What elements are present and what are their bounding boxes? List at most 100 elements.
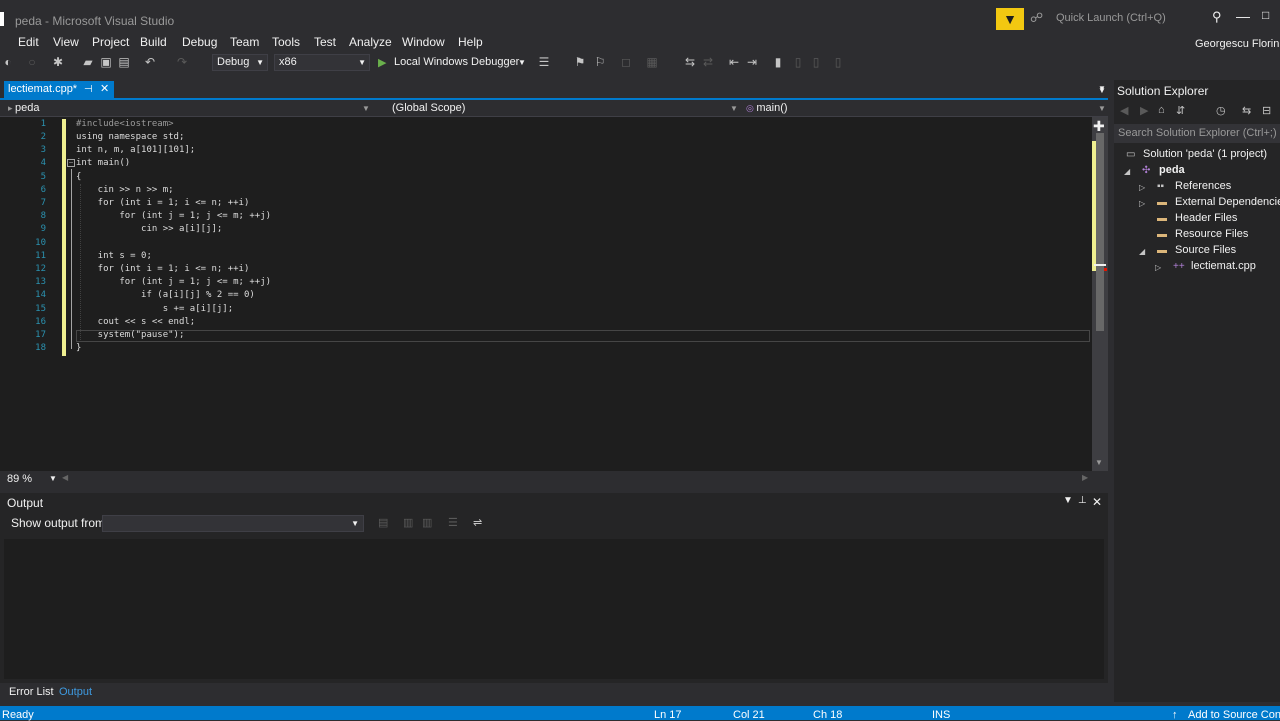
open-file-icon[interactable]: ▰	[80, 53, 96, 71]
close-icon[interactable]: ✕	[100, 81, 109, 98]
code-line[interactable]: for (int j = 1; j <= m; ++j)	[76, 277, 271, 287]
next-bookmark-icon[interactable]: ▯	[808, 53, 824, 71]
collapse-all-icon[interactable]: ⊟	[1262, 104, 1271, 117]
code-line[interactable]: s += a[i][j];	[76, 304, 233, 314]
tree-item-references[interactable]: References	[1175, 180, 1231, 192]
quick-launch-input[interactable]: Quick Launch (Ctrl+Q)	[1052, 8, 1228, 28]
solution-configuration-select[interactable]: Debug ▼	[212, 54, 268, 71]
breakpoint-icon[interactable]: ◻	[618, 53, 634, 71]
forward-icon[interactable]: ○	[24, 53, 40, 71]
code-line[interactable]: for (int i = 1; i <= n; ++i)	[76, 198, 250, 208]
code-line[interactable]: int s = 0;	[76, 251, 152, 261]
find-message-icon[interactable]: ▤	[378, 516, 388, 529]
scroll-left-icon[interactable]: ◀	[62, 473, 68, 482]
pin-icon[interactable]: ⊥	[1078, 495, 1087, 506]
code-line[interactable]: for (int i = 1; i <= n; ++i)	[76, 264, 250, 274]
browse-icon[interactable]: ☰	[536, 53, 552, 71]
code-line[interactable]: for (int j = 1; j <= m; ++j)	[76, 211, 271, 221]
scrollbar-thumb[interactable]	[1096, 133, 1104, 331]
menu-edit[interactable]: Edit	[18, 35, 39, 49]
tree-item-header-files[interactable]: Header Files	[1175, 212, 1237, 224]
code-line[interactable]: cin >> n >> m;	[76, 185, 174, 195]
chevron-down-icon[interactable]: ▼	[1098, 100, 1106, 117]
panel-menu-icon[interactable]: ▼	[1098, 86, 1106, 95]
save-icon[interactable]: ▣	[98, 53, 114, 71]
step-icon[interactable]: ⚑	[572, 53, 588, 71]
minimize-button[interactable]: —	[1236, 8, 1250, 28]
zoom-level[interactable]: 89 %	[7, 473, 32, 485]
menu-project[interactable]: Project	[92, 35, 129, 49]
chevron-down-icon[interactable]: ▼	[730, 100, 738, 117]
clear-all-icon[interactable]: ☰	[448, 516, 458, 529]
chevron-down-icon[interactable]: ▼	[518, 58, 526, 67]
panel-menu-icon[interactable]: ▼	[1063, 495, 1073, 506]
code-line[interactable]: using namespace std;	[76, 132, 184, 142]
output-source-select[interactable]: ▼	[102, 515, 364, 532]
code-line[interactable]: int main()	[76, 158, 130, 168]
menu-tools[interactable]: Tools	[272, 35, 300, 49]
expanded-arrow-icon[interactable]: ◢	[1139, 247, 1145, 256]
menu-team[interactable]: Team	[230, 35, 259, 49]
maximize-button[interactable]: □	[1262, 8, 1276, 28]
menu-help[interactable]: Help	[458, 35, 483, 49]
solution-explorer-search[interactable]: Search Solution Explorer (Ctrl+;)	[1114, 124, 1280, 143]
save-all-icon[interactable]: ▤	[116, 53, 132, 71]
code-line[interactable]: #include<iostream>	[76, 119, 174, 129]
expanded-arrow-icon[interactable]: ◢	[1124, 167, 1130, 176]
tree-item-resource-files[interactable]: Resource Files	[1175, 228, 1248, 240]
close-icon[interactable]: ✕	[1092, 495, 1102, 509]
notification-filter-icon[interactable]: ▼	[996, 8, 1024, 30]
tab-error-list[interactable]: Error List	[9, 686, 54, 698]
code-line[interactable]: int n, m, a[101][101];	[76, 145, 195, 155]
previous-message-icon[interactable]: ▥	[403, 516, 413, 529]
feedback-icon[interactable]: ☍	[1030, 8, 1048, 28]
member-dropdown[interactable]: ◎ main()	[746, 100, 788, 117]
collapse-icon[interactable]: −	[67, 159, 75, 167]
next-message-icon[interactable]: ▥	[422, 516, 432, 529]
back-icon[interactable]: ◐	[0, 53, 16, 71]
account-name[interactable]: Georgescu Florin	[1195, 38, 1279, 50]
tab-output[interactable]: Output	[59, 686, 92, 698]
collapsed-arrow-icon[interactable]: ▷	[1155, 263, 1161, 272]
menu-view[interactable]: View	[53, 35, 79, 49]
navigate-back-icon[interactable]: ⇄	[700, 53, 716, 71]
menu-window[interactable]: Window	[402, 35, 445, 49]
collapsed-arrow-icon[interactable]: ▷	[1139, 183, 1145, 192]
menu-test[interactable]: Test	[314, 35, 336, 49]
code-line[interactable]: if (a[i][j] % 2 == 0)	[76, 290, 255, 300]
split-window-icon[interactable]: ✚	[1093, 118, 1105, 135]
attach-icon[interactable]: ⚐	[592, 53, 608, 71]
project-dropdown[interactable]: ▸ peda	[8, 100, 40, 117]
scroll-right-icon[interactable]: ▶	[1082, 473, 1088, 482]
prev-bookmark-icon[interactable]: ▯	[790, 53, 806, 71]
start-debugging-button[interactable]: Local Windows Debugger	[394, 56, 519, 68]
code-line[interactable]: cin >> a[i][j];	[76, 224, 222, 234]
solution-platform-select[interactable]: x86 ▼	[274, 54, 370, 71]
layout-icon[interactable]: ▦	[644, 53, 660, 71]
start-debugging-icon[interactable]: ▶	[378, 56, 386, 69]
indent-icon[interactable]: ⇥	[744, 53, 760, 71]
chevron-down-icon[interactable]: ▼	[49, 474, 57, 483]
home-icon[interactable]: ⌂	[1158, 104, 1165, 116]
navigate-icon[interactable]: ⇆	[682, 53, 698, 71]
menu-debug[interactable]: Debug	[182, 35, 217, 49]
clear-bookmarks-icon[interactable]: ▯	[830, 53, 846, 71]
chevron-down-icon[interactable]: ▼	[362, 100, 370, 117]
code-line[interactable]: }	[76, 343, 81, 353]
outdent-icon[interactable]: ⇤	[726, 53, 742, 71]
scroll-down-icon[interactable]: ▼	[1095, 458, 1103, 467]
menu-build[interactable]: Build	[140, 35, 167, 49]
code-line[interactable]: {	[76, 172, 81, 182]
word-wrap-icon[interactable]: ⇌	[473, 516, 482, 529]
tab-lectiemat-cpp[interactable]: lectiemat.cpp* ⊣ ✕	[4, 81, 114, 98]
back-icon[interactable]: ◀	[1120, 104, 1128, 117]
code-line[interactable]: system("pause");	[76, 330, 185, 340]
refresh-icon[interactable]: ⇆	[1242, 104, 1251, 117]
bookmark-icon[interactable]: ▮	[770, 53, 786, 71]
scope-dropdown[interactable]: (Global Scope)	[392, 100, 465, 117]
tree-item-project[interactable]: peda	[1159, 164, 1185, 176]
upload-icon[interactable]: ↑	[1172, 709, 1178, 721]
code-line[interactable]: cout << s << endl;	[76, 317, 196, 327]
forward-icon[interactable]: ▶	[1140, 104, 1148, 117]
tree-item-lectiemat-cpp[interactable]: lectiemat.cpp	[1191, 260, 1256, 272]
